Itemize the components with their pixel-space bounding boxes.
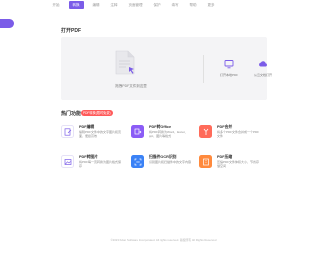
- tab-more[interactable]: 更多: [206, 1, 217, 9]
- tool-card-pdf-merge[interactable]: PDF合并 将多个PDF文件合并成一个PDF文件: [199, 125, 259, 149]
- compress-icon: [199, 155, 212, 168]
- hot-tools-title: 热门功能: [61, 111, 82, 117]
- tab-protect[interactable]: 保护: [152, 1, 163, 9]
- pdf-edit-icon: [61, 125, 74, 138]
- footer-copyright: ©2023 Kdan Software Incorporated. All ri…: [110, 238, 217, 242]
- document-upload-icon: [115, 50, 135, 75]
- tab-help[interactable]: 帮助: [188, 1, 199, 9]
- promo-badge: PDF转换(限时免费): [81, 110, 113, 116]
- tab-edit[interactable]: 编辑: [91, 1, 102, 9]
- tab-convert[interactable]: 转换: [68, 1, 84, 9]
- tool-card-pdf-to-image[interactable]: PDF转图片 将PDF每一页转换为图片格式保存: [61, 155, 121, 179]
- divider: [203, 55, 204, 83]
- pdf-dropzone[interactable]: 拖拽PDF文件到这里 打开本地PDF 从云文档打开: [61, 37, 272, 100]
- tab-annotate[interactable]: 注释: [109, 1, 120, 9]
- tab-start[interactable]: 开始: [51, 1, 62, 9]
- tool-desc: 识别图片和扫描件中的文字内容: [149, 160, 192, 164]
- drop-area[interactable]: 拖拽PDF文件到这里: [61, 37, 201, 100]
- open-cloud-button[interactable]: 从云文档打开: [247, 59, 279, 83]
- monitor-icon: [224, 60, 234, 69]
- tab-page-manage[interactable]: 页面管理: [127, 1, 145, 9]
- tool-desc: 编辑PDF文件中的文字图片和页面，便捷高效: [79, 130, 122, 138]
- tool-card-pdf-compress[interactable]: PDF压缩 压缩PDF文件体积大小，节省存储空间: [199, 155, 259, 179]
- drop-hint-text: 拖拽PDF文件到这里: [115, 84, 147, 88]
- convert-icon: [131, 125, 144, 138]
- tool-card-ocr[interactable]: 扫描件OCR识别 识别图片和扫描件中的文字内容: [131, 155, 191, 179]
- tool-card-pdf-edit[interactable]: PDF编辑 编辑PDF文件中的文字图片和页面，便捷高效: [61, 125, 121, 149]
- ocr-icon: [131, 155, 144, 168]
- tool-desc: 将PDF转换为Word、Excel、ppt、图片等格式: [149, 130, 188, 138]
- open-cloud-label: 从云文档打开: [253, 73, 272, 77]
- sidebar-home-button[interactable]: [0, 19, 14, 28]
- tool-desc: 压缩PDF文件体积大小，节省存储空间: [217, 160, 260, 168]
- top-nav: 开始 转换 编辑 注释 页面管理 保护 填写 帮助 更多: [0, 1, 267, 9]
- pdf-image-icon: [61, 155, 74, 168]
- open-local-pdf-button[interactable]: 打开本地PDF: [213, 59, 245, 83]
- tool-desc: 将PDF每一页转换为图片格式保存: [79, 160, 122, 168]
- merge-icon: [199, 125, 212, 138]
- cloud-icon: [259, 61, 268, 67]
- top-bar: 开始 转换 编辑 注释 页面管理 保护 填写 帮助 更多: [0, 0, 267, 10]
- tool-card-pdf-to-office[interactable]: PDF转Office 将PDF转换为Word、Excel、ppt、图片等格式: [131, 125, 191, 149]
- tool-desc: 将多个PDF文件合并成一个PDF文件: [217, 130, 260, 138]
- tab-fill[interactable]: 填写: [170, 1, 181, 9]
- open-pdf-title: 打开PDF: [61, 28, 82, 34]
